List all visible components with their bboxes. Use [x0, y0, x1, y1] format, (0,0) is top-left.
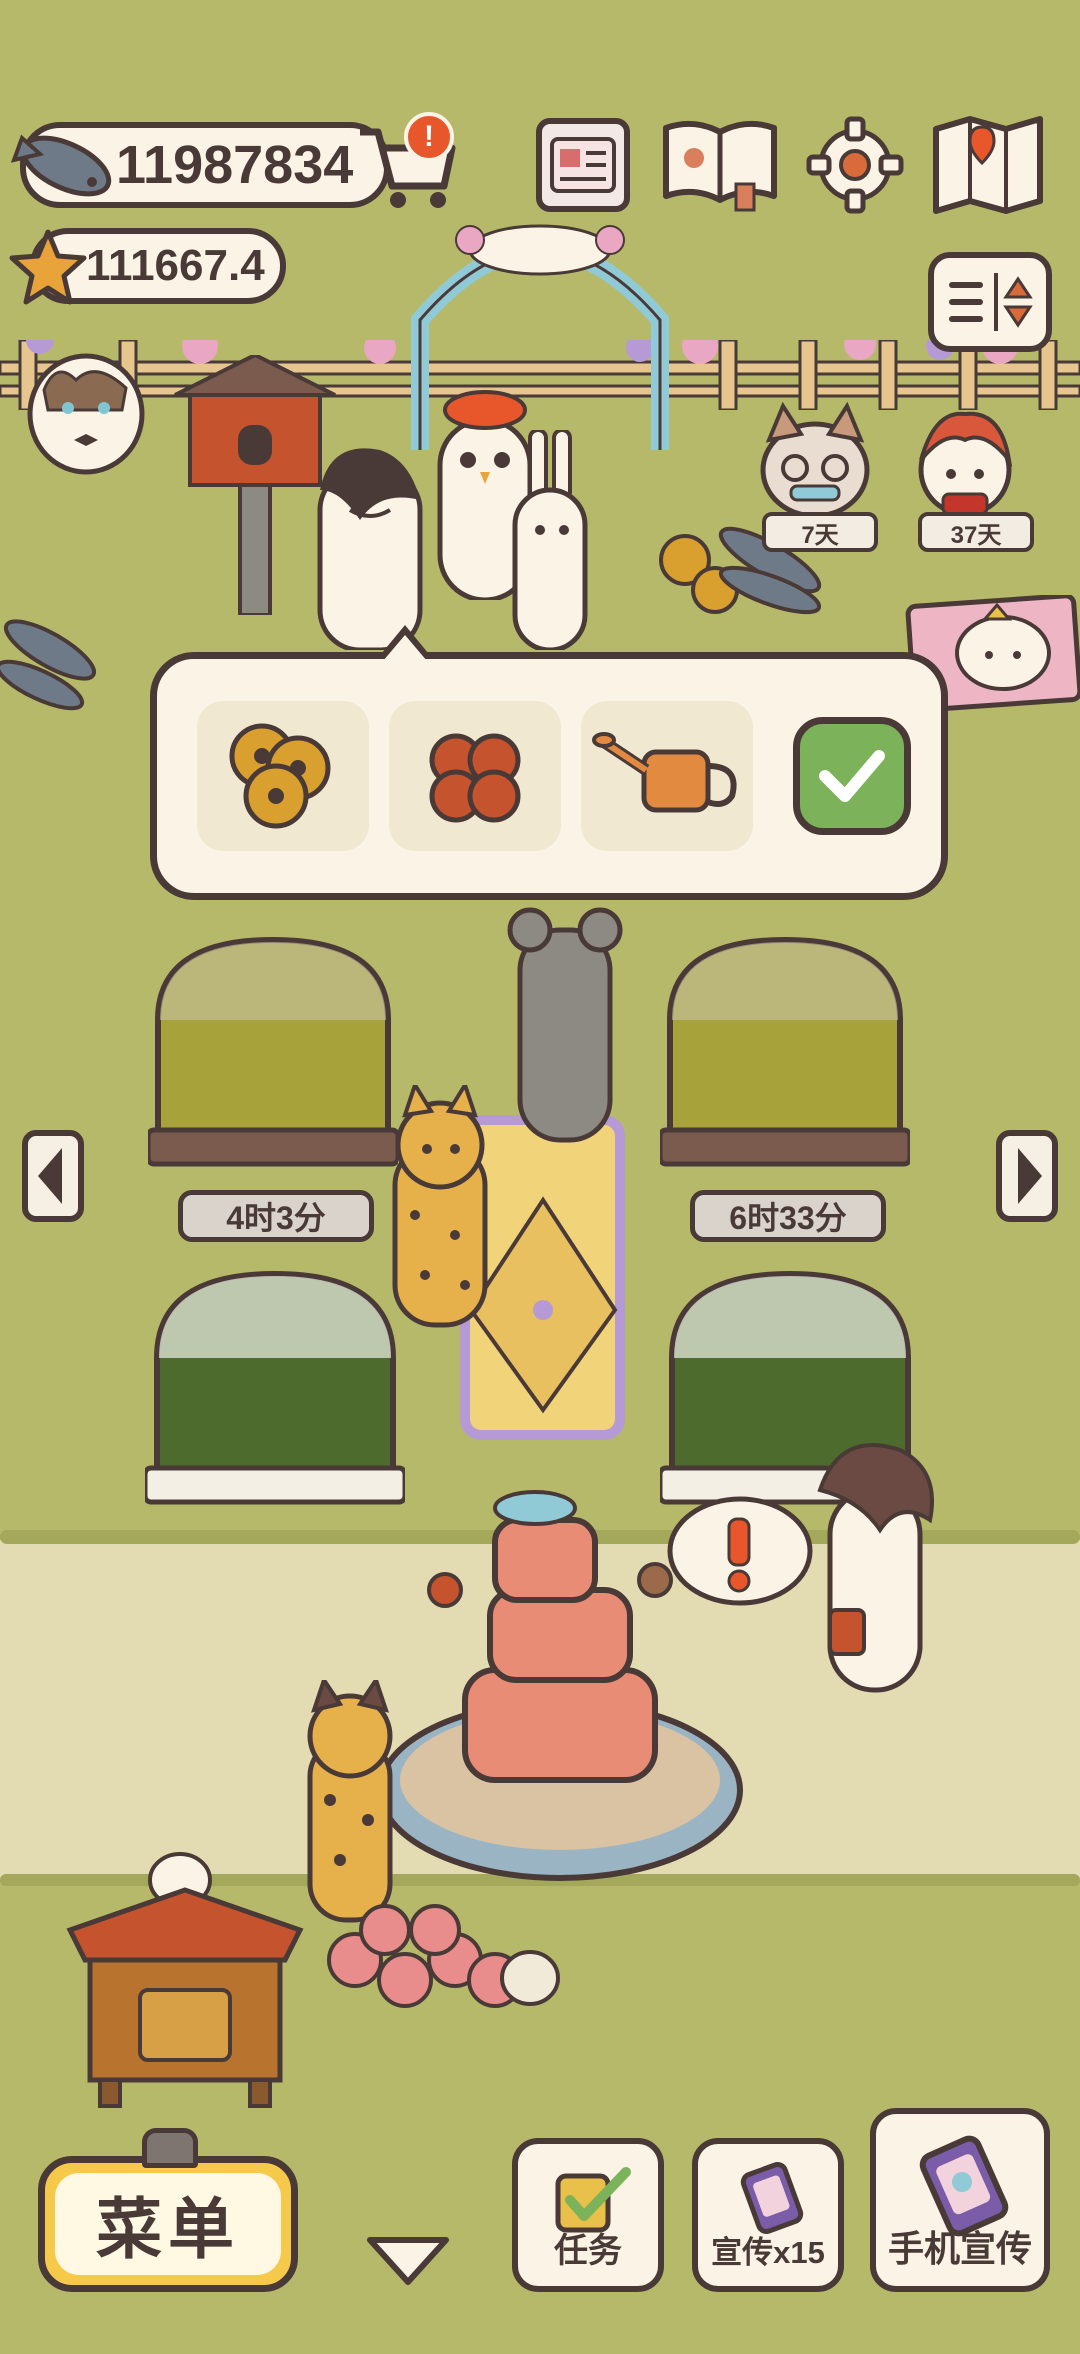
cheetah-npc[interactable] — [365, 1080, 505, 1335]
sort-toggle-button[interactable] — [928, 252, 1052, 352]
visitor-days-badge-1: 7天 — [762, 512, 878, 552]
confirm-button[interactable] — [793, 717, 911, 835]
cat-portrait-avatar[interactable] — [26, 350, 146, 475]
sunflower-seeds-icon — [229, 723, 331, 829]
gray-mouse-npc[interactable] — [490, 890, 640, 1150]
shrine-box[interactable] — [60, 1840, 310, 2110]
settings-gear-icon — [806, 116, 904, 214]
promo-button[interactable]: 宣传x15 — [692, 2138, 844, 2292]
chevron-left-icon — [38, 1148, 62, 1204]
star-icon — [8, 228, 88, 308]
cake-fountain[interactable] — [375, 1490, 745, 1890]
prev-page-button[interactable] — [22, 1130, 84, 1222]
menu-clip — [142, 2128, 198, 2168]
cat-visitor-npc[interactable] — [755, 400, 875, 520]
greenhouse-1-timer: 4时3分 — [178, 1190, 374, 1242]
craft-popup — [150, 625, 948, 900]
collapse-button[interactable] — [362, 2230, 454, 2290]
greenhouse-2-timer: 6时33分 — [690, 1190, 886, 1242]
map-button[interactable] — [930, 115, 1046, 215]
menu-label: 菜单 — [96, 2192, 240, 2266]
menu-inner: 菜单 — [55, 2173, 281, 2275]
flower-pile — [315, 1900, 565, 2020]
settings-button[interactable] — [805, 115, 905, 215]
map-icon — [933, 116, 1043, 214]
task-checklist-icon — [555, 2167, 631, 2233]
newspaper-button[interactable] — [536, 118, 630, 212]
greenhouse-3[interactable] — [142, 1262, 408, 1505]
chevron-right-icon — [1018, 1148, 1042, 1204]
chevron-down-icon — [367, 2237, 449, 2285]
watering-can-icon — [592, 732, 737, 813]
popup-pointer-fill — [383, 635, 427, 661]
newspaper-icon — [550, 137, 616, 193]
watering-can-slot[interactable] — [581, 701, 753, 851]
checkmark-icon — [819, 750, 885, 802]
dried-fish-decoration — [0, 610, 110, 720]
visitor-days-badge-2: 37天 — [918, 512, 1034, 552]
greenhouse-1[interactable] — [145, 930, 401, 1170]
collie-dog-npc[interactable] — [790, 1430, 960, 1700]
bread-rolls-icon — [429, 733, 521, 823]
phone-promo-button[interactable]: 手机宣传 — [870, 2108, 1050, 2292]
phone-promo-icon — [740, 2162, 804, 2234]
border-collie-npc[interactable] — [300, 430, 440, 653]
fish-currency-value: 11987834 — [116, 135, 354, 195]
phone-promo-large-icon — [919, 2135, 1009, 2237]
sort-toggle-icon — [949, 273, 1033, 331]
bread-roll-slot[interactable] — [389, 701, 561, 851]
girl-visitor-npc[interactable] — [905, 400, 1025, 520]
next-page-button[interactable] — [996, 1130, 1058, 1222]
guidebook-button[interactable] — [660, 114, 780, 214]
star-currency-value: 111667.4 — [86, 241, 265, 290]
fish-icon — [10, 120, 120, 210]
task-button[interactable]: 任务 — [512, 2138, 664, 2292]
rabbit-npc[interactable] — [500, 428, 600, 653]
guidebook-icon — [663, 120, 777, 212]
menu-button[interactable]: 菜单 — [38, 2156, 298, 2292]
sunflower-seed-slot[interactable] — [197, 701, 369, 851]
shop-alert-icon: ! — [404, 112, 454, 162]
greenhouse-2[interactable] — [657, 930, 913, 1170]
